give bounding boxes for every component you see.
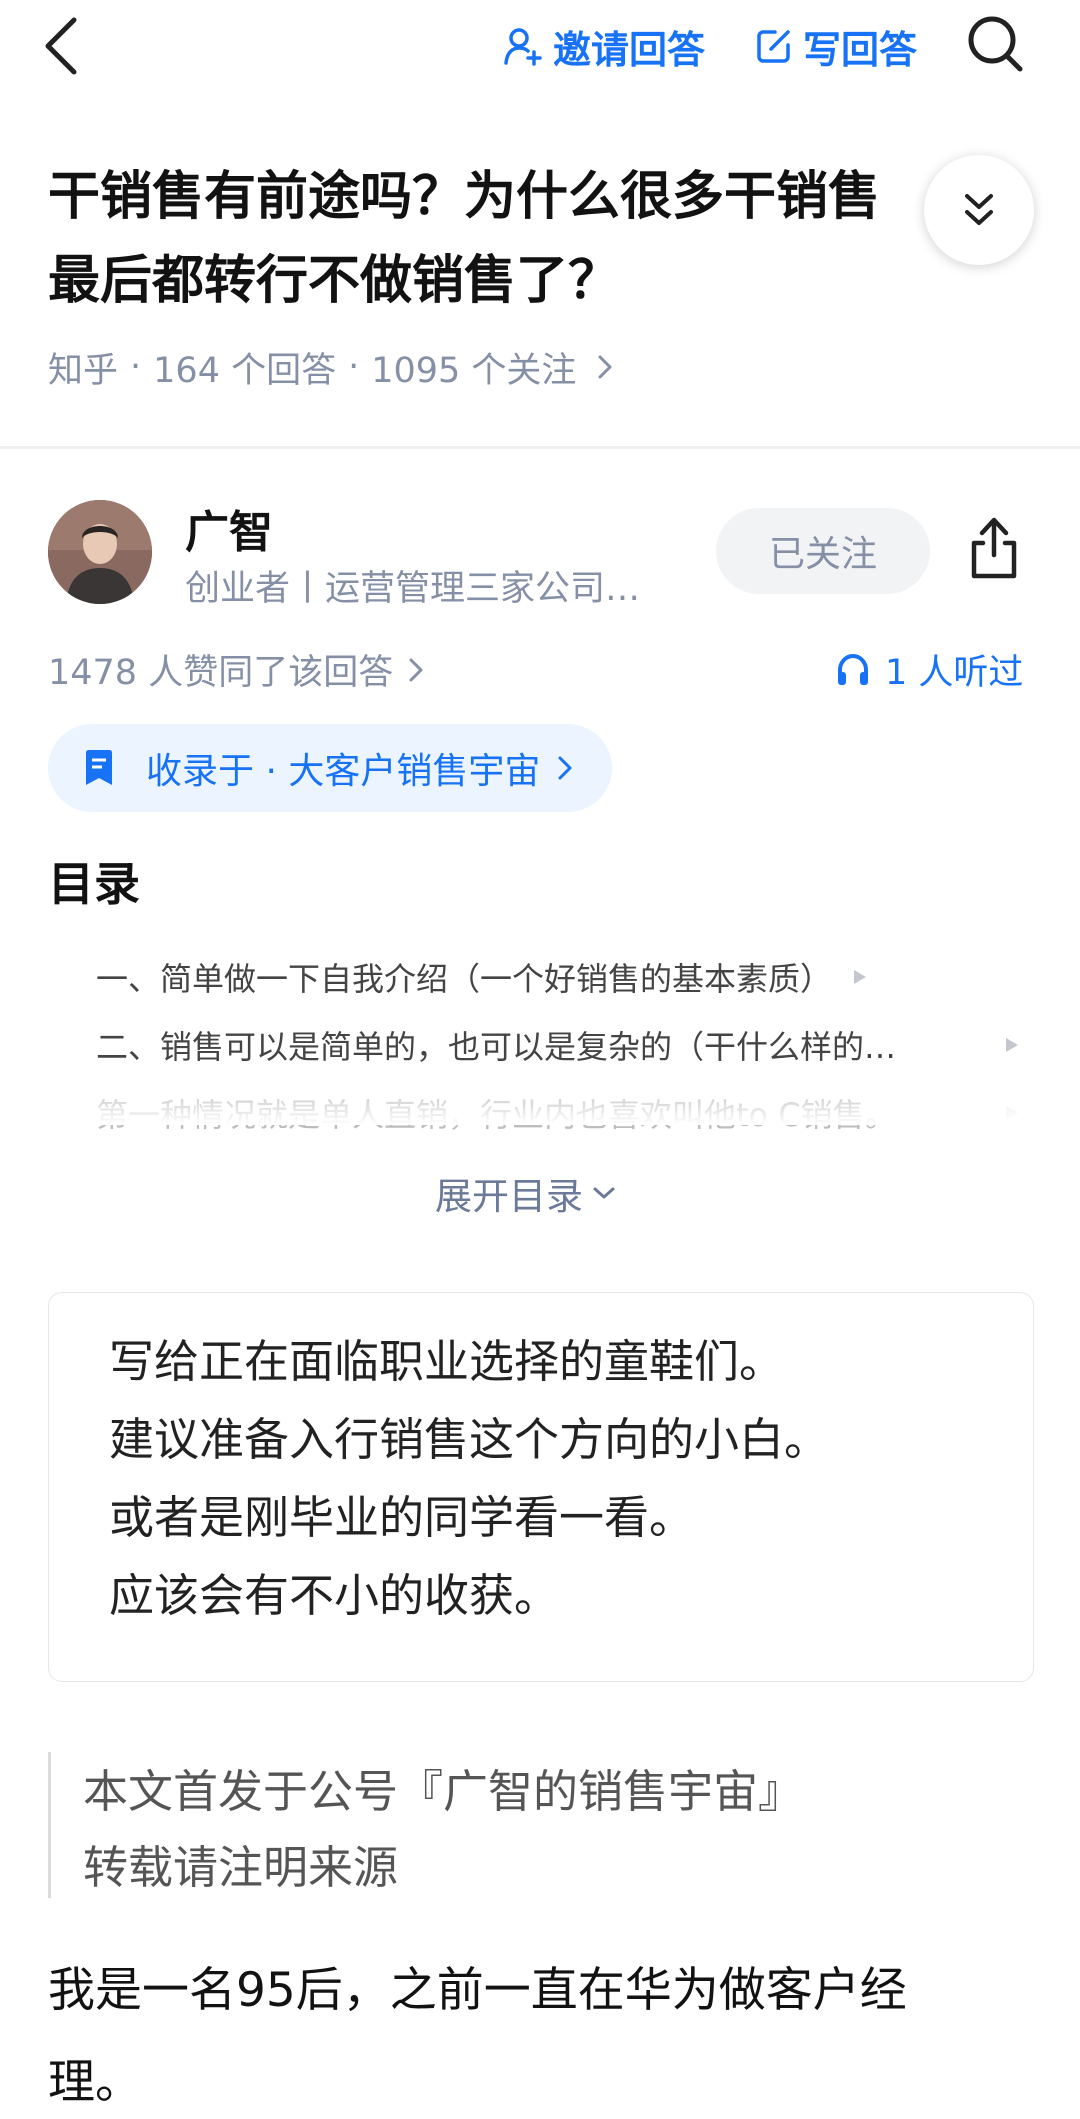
follow-button[interactable]: 已关注 xyxy=(716,508,930,594)
meta-separator: · xyxy=(130,347,142,387)
source-label: 知乎 xyxy=(48,350,119,391)
chevron-down-icon xyxy=(593,1187,615,1199)
intro-line: 写给正在面临职业选择的童鞋们。 xyxy=(109,1335,785,1388)
listened-indicator[interactable]: 1 人听过 xyxy=(835,644,1023,695)
question-title-line2[interactable]: 最后都转行不做销售了？ xyxy=(48,239,620,323)
invite-answer-button[interactable]: 邀请回答 xyxy=(503,18,705,74)
back-button[interactable] xyxy=(40,14,100,78)
toc-item-label: 一、简单做一下自我介绍（一个好销售的基本素质） xyxy=(96,960,833,998)
intro-line: 建议准备入行销售这个方向的小白。 xyxy=(109,1413,830,1466)
body-paragraph-line: 理。 xyxy=(48,2055,142,2110)
question-meta[interactable]: 知乎 · 164 个回答 · 1095 个关注 xyxy=(48,342,616,392)
invite-answer-label: 邀请回答 xyxy=(553,27,706,72)
section-divider xyxy=(0,446,1080,449)
body-paragraph-line: 我是一名95后，之前一直在华为做客户经 xyxy=(48,1963,907,2018)
chevron-right-icon xyxy=(409,658,423,681)
toc-item[interactable]: 一、简单做一下自我介绍（一个好销售的基本素质） xyxy=(96,954,956,1000)
quote-bar xyxy=(48,1752,51,1898)
chevron-right-icon xyxy=(598,355,612,379)
author-bio: 创业者丨运营管理三家公司… xyxy=(185,569,641,609)
quote-line: 本文首发于公号『广智的销售宇宙』 xyxy=(83,1765,804,1818)
intro-line: 应该会有不小的收获。 xyxy=(109,1569,560,1622)
search-button[interactable] xyxy=(966,14,1030,78)
toc-item[interactable]: 二、销售可以是简单的，也可以是复杂的（干什么样的… xyxy=(96,1022,1032,1068)
quote-block: 本文首发于公号『广智的销售宇宙』 转载请注明来源 xyxy=(83,1763,803,1897)
search-icon xyxy=(968,16,1023,72)
share-button[interactable] xyxy=(966,515,1030,585)
author-name[interactable]: 广智 xyxy=(185,496,273,560)
write-answer-label: 写回答 xyxy=(803,27,918,72)
intro-line: 或者是刚毕业的同学看一看。 xyxy=(109,1491,695,1544)
chevron-left-icon xyxy=(45,17,77,75)
write-answer-button[interactable]: 写回答 xyxy=(755,18,917,74)
listened-label: 1 人听过 xyxy=(885,653,1024,693)
share-icon xyxy=(971,517,1017,579)
collection-label: 收录于 · 大客户销售宇宙 xyxy=(146,751,541,792)
toc-heading: 目录 xyxy=(48,857,140,911)
follower-count: 1095 个关注 xyxy=(371,350,577,391)
headphones-icon xyxy=(838,653,868,685)
edit-icon xyxy=(757,30,790,63)
expand-toc-label: 展开目录 xyxy=(435,1175,583,1218)
agree-count[interactable]: 1478 人赞同了该回答 xyxy=(48,644,427,695)
meta-separator: · xyxy=(348,347,360,387)
triangle-right-icon xyxy=(854,970,867,984)
expand-toc-button[interactable]: 展开目录 xyxy=(435,1166,617,1220)
question-title-line1[interactable]: 干销售有前途吗？为什么很多干销售 xyxy=(48,155,928,239)
agree-label: 1478 人赞同了该回答 xyxy=(48,653,394,693)
quote-line: 转载请注明来源 xyxy=(83,1841,399,1894)
invite-user-icon xyxy=(504,28,542,66)
triangle-right-icon xyxy=(1006,1038,1018,1052)
bookmark-icon xyxy=(86,750,112,785)
collection-link[interactable]: 收录于 · 大客户销售宇宙 xyxy=(48,724,613,812)
chevron-right-icon xyxy=(558,756,572,780)
follow-label: 已关注 xyxy=(768,534,877,575)
double-chevron-down-icon xyxy=(965,194,993,225)
avatar[interactable] xyxy=(48,500,152,604)
toc-fade xyxy=(0,1085,1080,1125)
toc-item-label: 二、销售可以是简单的，也可以是复杂的（干什么样的… xyxy=(96,1028,897,1066)
answer-count: 164 个回答 xyxy=(153,350,337,391)
intro-box: 写给正在面临职业选择的童鞋们。 建议准备入行销售这个方向的小白。 或者是刚毕业的… xyxy=(48,1292,1034,1682)
collapse-button[interactable] xyxy=(924,155,1034,265)
